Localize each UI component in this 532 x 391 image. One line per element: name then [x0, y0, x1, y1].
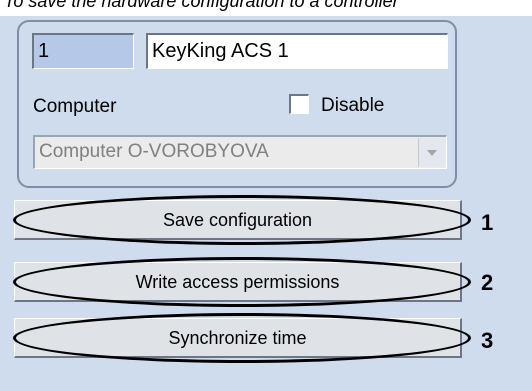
callout-number: 3	[481, 328, 494, 353]
save-configuration-button[interactable]: Save configuration	[13, 195, 471, 245]
write-access-permissions-button[interactable]: Write access permissions	[13, 257, 471, 307]
computer-select[interactable]: Computer O-VOROBYOVA	[33, 135, 447, 169]
callout-number: 1	[481, 210, 494, 235]
save-configuration-label: Save configuration	[162, 210, 313, 230]
device-settings-panel: 1 KeyKing ACS 1 Computer Disable Compute…	[17, 20, 457, 188]
device-name-field[interactable]: KeyKing ACS 1	[146, 33, 448, 69]
device-id-field[interactable]: 1	[32, 33, 134, 69]
chevron-down-icon	[427, 149, 437, 156]
disable-label: Disable	[321, 95, 385, 116]
write-access-permissions-label: Write access permissions	[135, 272, 340, 292]
synchronize-time-label: Synchronize time	[168, 328, 307, 348]
dropdown-button[interactable]	[418, 138, 445, 167]
computer-select-value: Computer O-VOROBYOVA	[39, 141, 269, 162]
disable-checkbox[interactable]	[289, 94, 309, 114]
synchronize-time-button[interactable]: Synchronize time	[13, 313, 471, 363]
callout-number: 2	[481, 270, 494, 295]
computer-label: Computer	[33, 96, 117, 117]
page-caption: To save the hardware configuration to a …	[0, 0, 532, 14]
